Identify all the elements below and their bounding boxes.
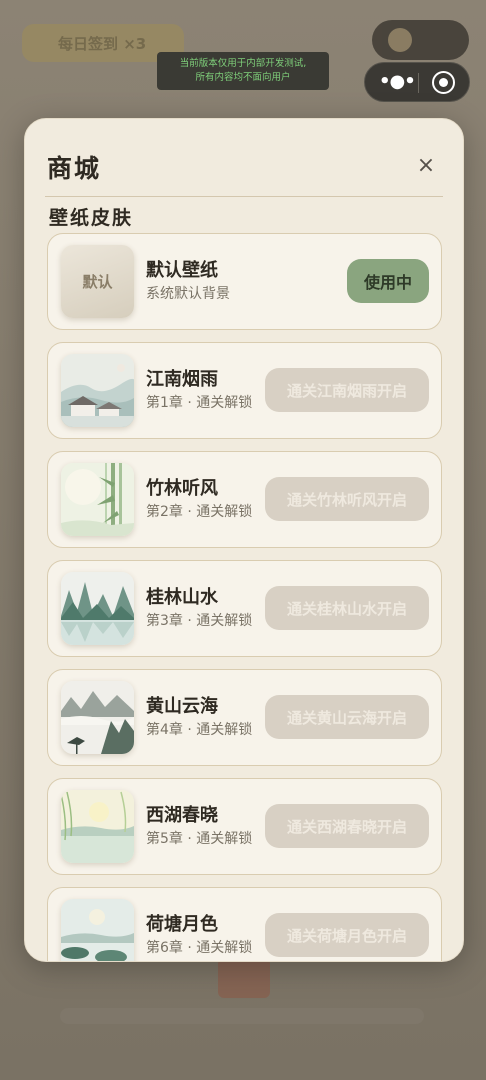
wallpaper-name: 桂林山水 [146, 587, 218, 608]
unlock-button[interactable]: 通关西湖春晓开启 [265, 804, 429, 848]
modal-title: 商城 [47, 154, 102, 183]
bottom-icon [218, 958, 270, 998]
wallpaper-card[interactable]: 竹林听风 第2章 · 通关解锁 通关竹林听风开启 [47, 451, 442, 548]
more-dots-icon[interactable]: •●• [379, 72, 416, 92]
header-divider [45, 196, 443, 197]
dev-notice-line-1: 当前版本仅用于内部开发测试, [179, 58, 307, 69]
section-title: 壁纸皮肤 [49, 207, 134, 229]
wallpaper-thumb-jiangnan [61, 354, 134, 427]
wallpaper-thumb-default: 默认 [61, 245, 134, 318]
wallpaper-desc: 第6章 · 通关解锁 [146, 940, 253, 956]
wallpaper-desc: 第1章 · 通关解锁 [146, 395, 253, 411]
wallpaper-thumb-xihu [61, 790, 134, 863]
coin-icon [388, 28, 412, 52]
wallpaper-thumb-bamboo [61, 463, 134, 536]
wallpaper-name: 荷塘月色 [146, 914, 218, 935]
wallpaper-desc: 第4章 · 通关解锁 [146, 722, 253, 738]
wallpaper-name: 竹林听风 [146, 478, 218, 499]
wallpaper-card[interactable]: 桂林山水 第3章 · 通关解锁 通关桂林山水开启 [47, 560, 442, 657]
wallpaper-desc: 第5章 · 通关解锁 [146, 831, 253, 847]
unlock-button[interactable]: 通关黄山云海开启 [265, 695, 429, 739]
wallpaper-thumb-huangshan [61, 681, 134, 754]
record-circle-icon[interactable] [432, 71, 455, 94]
wallpaper-name: 江南烟雨 [146, 369, 218, 390]
wallpaper-thumb-guilin [61, 572, 134, 645]
modal-header: 商城 × [25, 119, 463, 197]
shop-modal: 商城 × 壁纸皮肤 默认 默认壁纸 系统默认背景 使用中 江南烟雨 第1章 · … [24, 118, 464, 962]
wallpaper-card[interactable]: 黄山云海 第4章 · 通关解锁 通关黄山云海开启 [47, 669, 442, 766]
capsule-divider [418, 73, 419, 93]
bottom-bar [60, 1008, 424, 1024]
wallpaper-card[interactable]: 江南烟雨 第1章 · 通关解锁 通关江南烟雨开启 [47, 342, 442, 439]
thumb-label: 默认 [82, 273, 113, 291]
wallpaper-desc: 第3章 · 通关解锁 [146, 613, 253, 629]
wallpaper-card[interactable]: 荷塘月色 第6章 · 通关解锁 通关荷塘月色开启 [47, 887, 442, 961]
coin-pill [372, 20, 469, 60]
miniprogram-capsule: •●• [364, 62, 470, 102]
close-icon[interactable]: × [413, 153, 439, 179]
wallpaper-thumb-hetang [61, 899, 134, 961]
unlock-button[interactable]: 通关竹林听风开启 [265, 477, 429, 521]
daily-signin-text: 每日签到 ×3 [58, 35, 147, 53]
wallpaper-desc: 系统默认背景 [146, 286, 230, 302]
wallpaper-name: 黄山云海 [146, 696, 218, 717]
unlock-button[interactable]: 通关荷塘月色开启 [265, 913, 429, 957]
wallpaper-name: 西湖春晓 [146, 805, 218, 826]
unlock-button[interactable]: 通关桂林山水开启 [265, 586, 429, 630]
wallpaper-desc: 第2章 · 通关解锁 [146, 504, 253, 520]
in-use-button[interactable]: 使用中 [347, 259, 429, 303]
wallpaper-name: 默认壁纸 [146, 260, 218, 281]
wallpaper-card[interactable]: 默认 默认壁纸 系统默认背景 使用中 [47, 233, 442, 330]
wallpaper-card[interactable]: 西湖春晓 第5章 · 通关解锁 通关西湖春晓开启 [47, 778, 442, 875]
dev-notice-toast: 当前版本仅用于内部开发测试, 所有内容均不面向用户 [157, 52, 329, 90]
dev-notice-line-2: 所有内容均不面向用户 [195, 72, 291, 83]
unlock-button[interactable]: 通关江南烟雨开启 [265, 368, 429, 412]
